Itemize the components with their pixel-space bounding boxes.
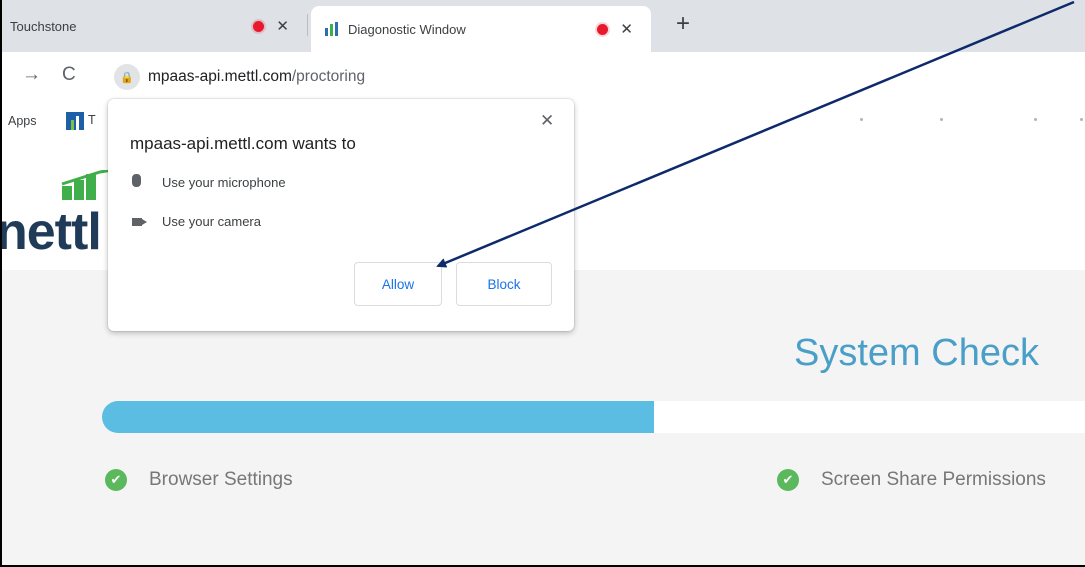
mettl-logo-mark-icon	[61, 170, 113, 200]
recording-indicator-icon	[597, 23, 609, 35]
reload-button[interactable]: C	[62, 64, 76, 86]
step-screen-share-permissions: ✔ Screen Share Permissions	[777, 469, 1046, 491]
popup-close-icon[interactable]: ✕	[540, 111, 554, 131]
microphone-icon	[132, 174, 162, 190]
step-browser-settings: ✔ Browser Settings	[105, 469, 293, 491]
progress-bar	[102, 401, 1085, 433]
allow-button[interactable]: Allow	[354, 262, 442, 306]
progress-bar-fill	[102, 401, 654, 433]
permission-microphone: Use your microphone	[132, 174, 286, 190]
address-bar[interactable]: 🔒 mpaas-api.mettl.com/proctoring	[110, 62, 1070, 92]
url-path: /proctoring	[291, 68, 366, 85]
bookmark-dot	[1034, 118, 1037, 121]
bookmark-dot	[1080, 118, 1083, 121]
tab-close-icon[interactable]: ✕	[620, 20, 633, 38]
touchstone-bookmark-icon[interactable]	[66, 112, 84, 130]
mettl-favicon-icon	[325, 22, 338, 36]
url-host: mpaas-api.mettl.com	[148, 68, 292, 85]
tab-diagnostic-window[interactable]: Diagonostic Window ✕	[311, 6, 651, 52]
bookmark-label[interactable]: T	[88, 113, 96, 127]
forward-button[interactable]: →	[22, 64, 41, 86]
permission-label: Use your camera	[162, 214, 261, 229]
permission-popup: ✕ mpaas-api.mettl.com wants to Use your …	[108, 99, 574, 331]
browser-toolbar: → C 🔒 mpaas-api.mettl.com/proctoring	[2, 52, 1085, 100]
tab-title: Touchstone	[10, 18, 77, 34]
recording-indicator-icon	[253, 20, 265, 32]
check-circle-icon: ✔	[105, 469, 127, 491]
mettl-logo: nettl	[0, 203, 102, 261]
popup-title: mpaas-api.mettl.com wants to	[130, 134, 356, 153]
tab-separator	[307, 14, 308, 36]
tab-touchstone[interactable]: Touchstone ✕	[2, 0, 307, 52]
step-label: Browser Settings	[149, 469, 293, 490]
page-title: System Check	[794, 332, 1039, 374]
bookmark-apps[interactable]: Apps	[8, 114, 37, 128]
bookmark-dot	[940, 118, 943, 121]
new-tab-button[interactable]: +	[676, 10, 690, 38]
block-button[interactable]: Block	[456, 262, 552, 306]
tab-strip: Touchstone ✕ Diagonostic Window ✕ +	[2, 0, 1085, 52]
check-circle-icon: ✔	[777, 469, 799, 491]
bookmark-dot	[860, 118, 863, 121]
permission-label: Use your microphone	[162, 174, 286, 190]
screenshot-frame: Touchstone ✕ Diagonostic Window ✕ + → C …	[0, 0, 1085, 567]
tab-title: Diagonostic Window	[348, 21, 466, 37]
permission-camera: Use your camera	[132, 214, 261, 229]
camera-icon	[132, 214, 162, 229]
lock-icon[interactable]: 🔒	[114, 64, 140, 90]
step-label: Screen Share Permissions	[821, 469, 1046, 490]
tab-close-icon[interactable]: ✕	[276, 17, 289, 35]
